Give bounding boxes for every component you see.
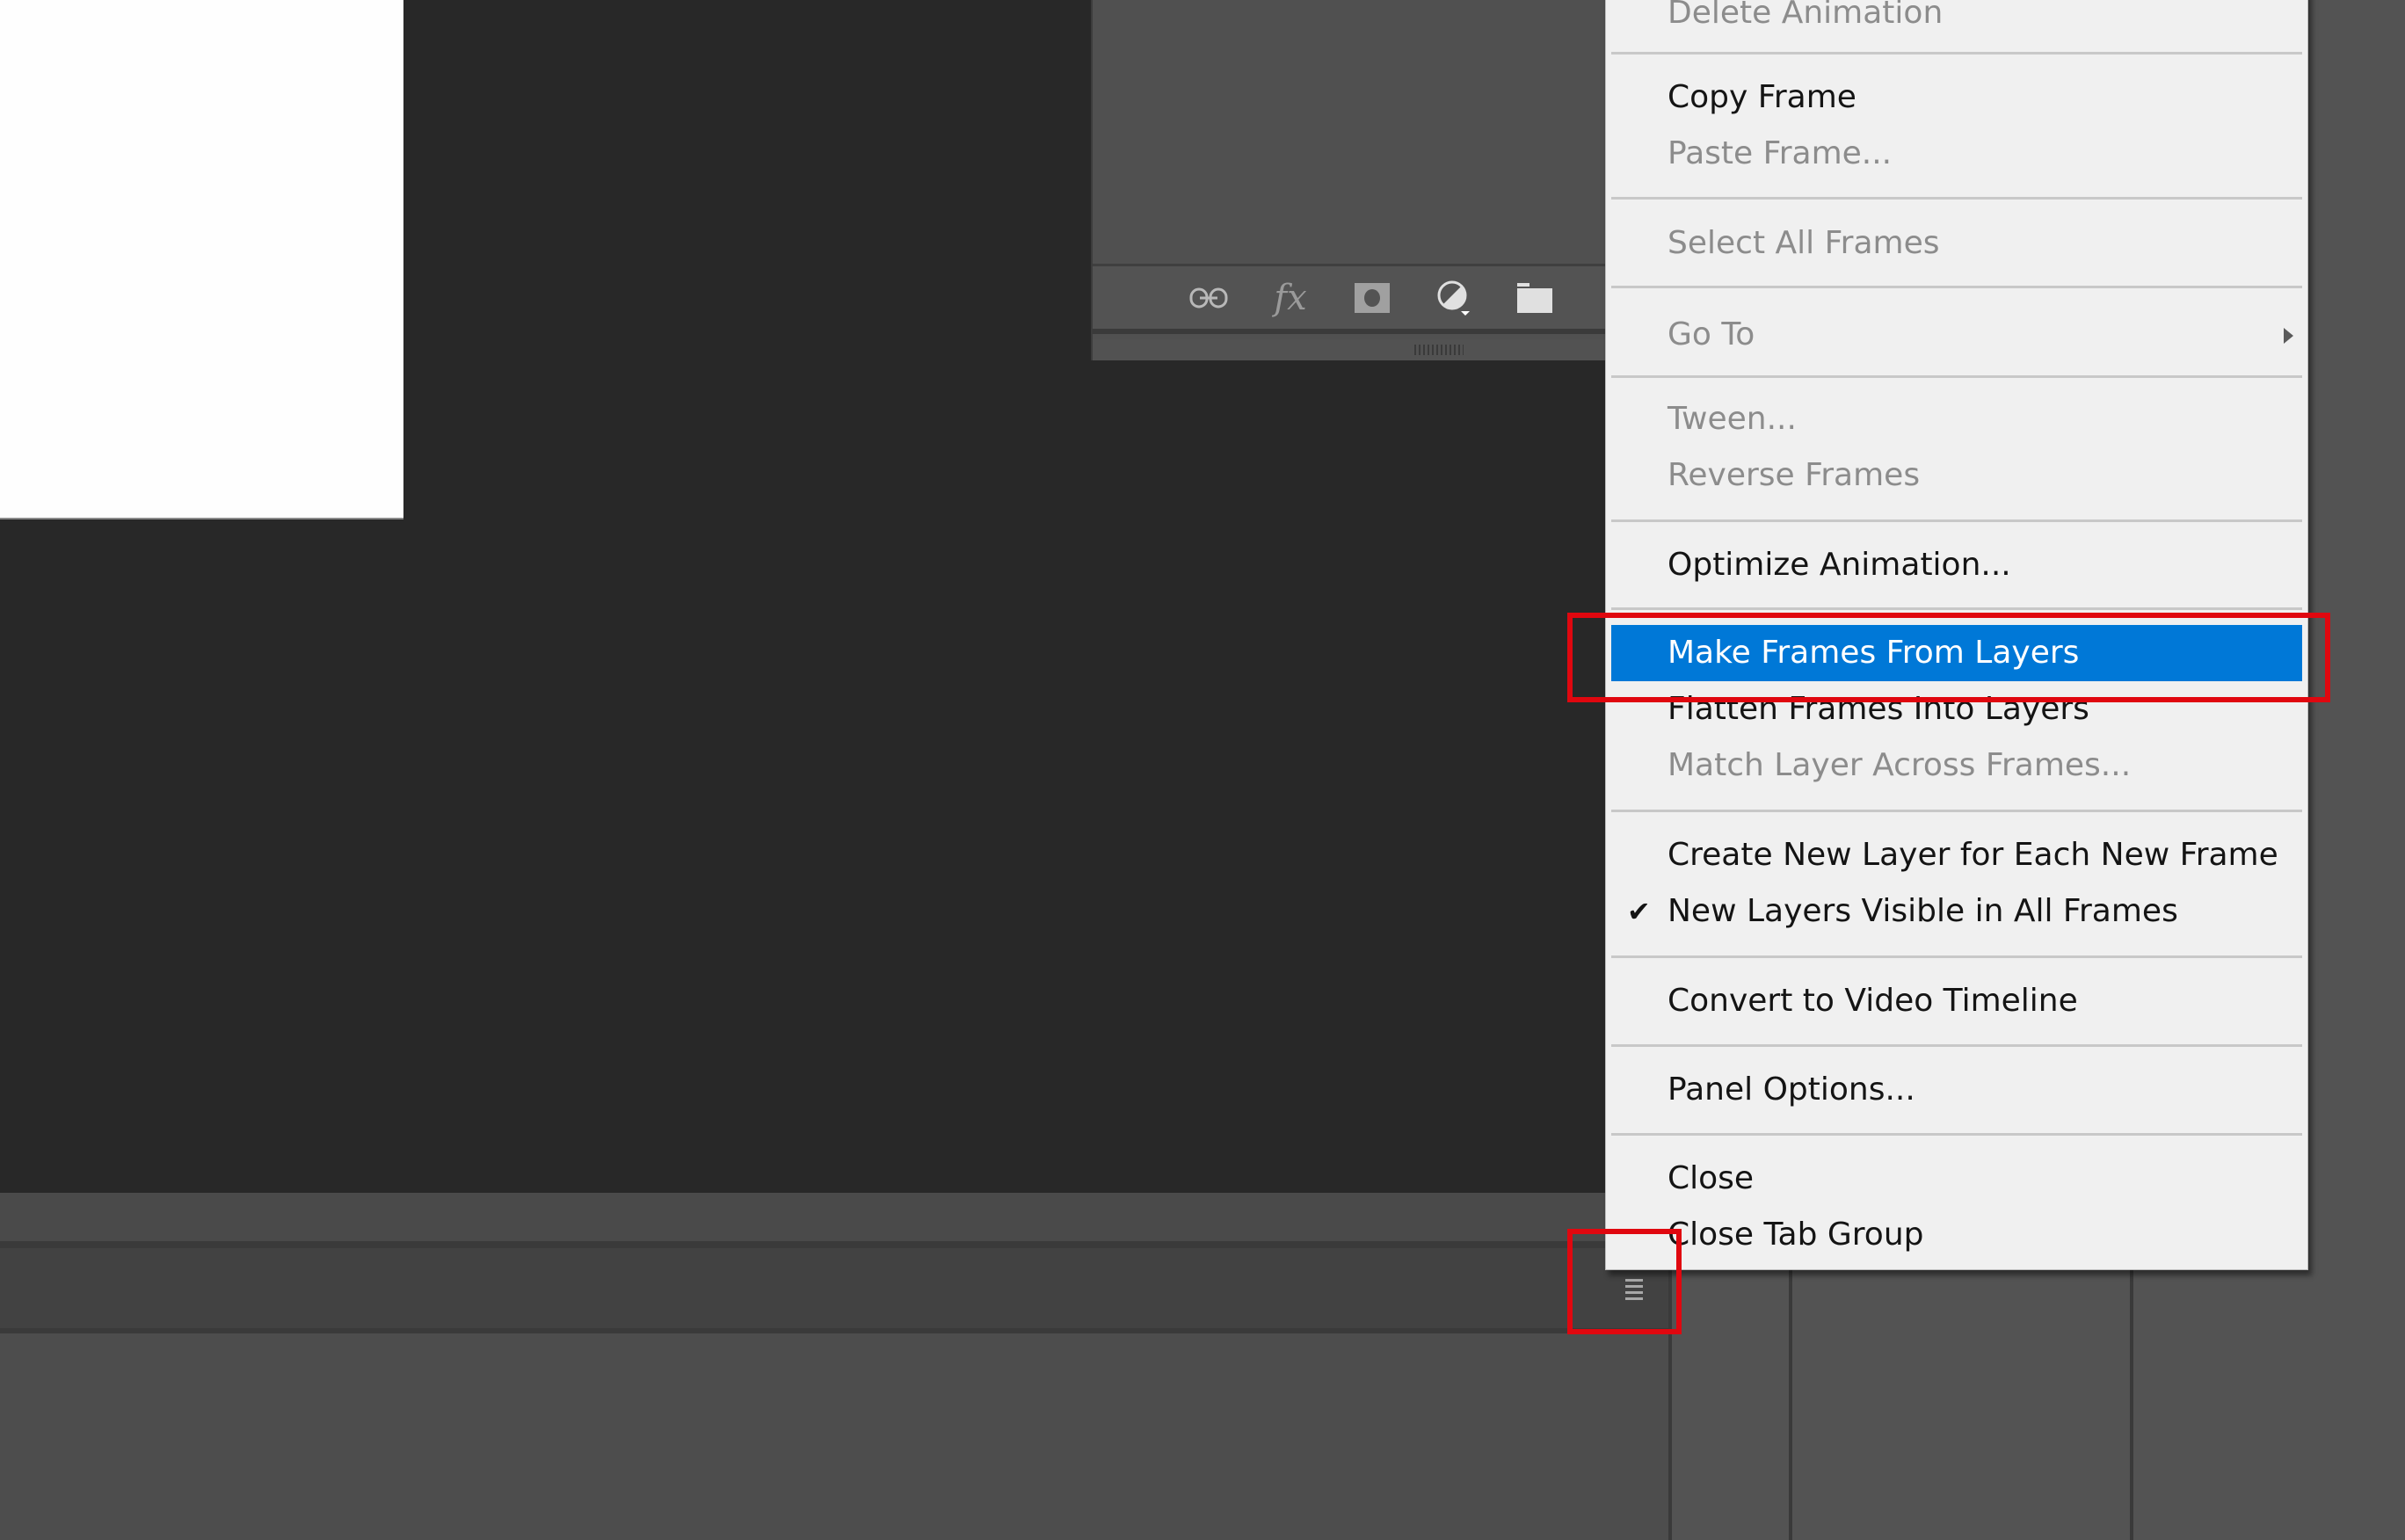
menu-item-label: Paste Frame... xyxy=(1668,135,1893,171)
adjustment-layer-icon[interactable] xyxy=(1432,278,1475,318)
fx-icon[interactable]: fx xyxy=(1269,278,1312,318)
menu-item-select-all-frames[interactable]: Select All Frames xyxy=(1611,215,2302,272)
menu-item-label: Tween... xyxy=(1668,401,1797,437)
menu-item-close-tab-group[interactable]: Close Tab Group xyxy=(1611,1207,2302,1263)
grip-lines xyxy=(1414,345,1464,355)
menu-item-label: Reverse Frames xyxy=(1668,457,1921,493)
menu-separator xyxy=(1611,607,2302,610)
menu-item-go-to[interactable]: Go To xyxy=(1611,307,2302,363)
menu-item-delete-animation[interactable]: Delete Animation xyxy=(1611,0,2302,41)
layer-mask-icon[interactable] xyxy=(1350,278,1393,318)
menu-item-label: Delete Animation xyxy=(1668,0,1944,31)
annotation-box-make-frames xyxy=(1567,613,2330,702)
submenu-arrow-icon xyxy=(2284,328,2293,344)
menu-item-match-layer-across-frames[interactable]: Match Layer Across Frames... xyxy=(1611,737,2302,794)
menu-item-label: Create New Layer for Each New Frame xyxy=(1668,837,2278,873)
menu-separator xyxy=(1611,52,2302,54)
menu-item-reverse-frames[interactable]: Reverse Frames xyxy=(1611,447,2302,504)
menu-item-label: Close xyxy=(1668,1160,1755,1196)
menu-item-copy-frame[interactable]: Copy Frame xyxy=(1611,69,2302,126)
fx-icon-label: fx xyxy=(1274,277,1307,318)
menu-item-label: Go To xyxy=(1668,316,1755,352)
menu-item-convert-to-video-timeline[interactable]: Convert to Video Timeline xyxy=(1611,973,2302,1029)
menu-item-new-layers-visible-all-frames[interactable]: ✔ New Layers Visible in All Frames xyxy=(1611,883,2302,940)
menu-item-create-new-layer-each-frame[interactable]: Create New Layer for Each New Frame xyxy=(1611,827,2302,883)
menu-item-label: Optimize Animation... xyxy=(1668,547,2011,583)
menu-item-panel-options[interactable]: Panel Options... xyxy=(1611,1062,2302,1118)
annotation-box-panel-menu xyxy=(1567,1229,1682,1334)
dock-divider[interactable] xyxy=(2130,1266,2133,1540)
menu-item-tween[interactable]: Tween... xyxy=(1611,391,2302,447)
menu-separator xyxy=(1611,519,2302,522)
timeline-panel-header xyxy=(0,1193,1670,1241)
new-group-icon[interactable] xyxy=(1514,278,1557,318)
menu-separator xyxy=(1611,955,2302,958)
menu-item-label: Match Layer Across Frames... xyxy=(1668,747,2132,783)
menu-item-label: Copy Frame xyxy=(1668,79,1856,115)
menu-separator xyxy=(1611,375,2302,378)
menu-item-label: Panel Options... xyxy=(1668,1071,1915,1108)
menu-item-paste-frame[interactable]: Paste Frame... xyxy=(1611,126,2302,182)
document-canvas[interactable] xyxy=(0,0,403,519)
menu-separator xyxy=(1611,286,2302,288)
link-layers-icon[interactable] xyxy=(1188,278,1231,318)
menu-separator xyxy=(1611,197,2302,200)
checkmark-icon: ✔ xyxy=(1627,895,1651,928)
menu-item-optimize-animation[interactable]: Optimize Animation... xyxy=(1611,537,2302,593)
menu-separator xyxy=(1611,810,2302,812)
timeline-panel-tabbar xyxy=(0,1241,1670,1333)
menu-item-label: Select All Frames xyxy=(1668,225,1940,261)
layers-panel-footer: fx xyxy=(1093,264,1638,334)
menu-separator xyxy=(1611,1133,2302,1136)
menu-item-label: New Layers Visible in All Frames xyxy=(1668,893,2178,929)
right-dock-background xyxy=(2308,0,2405,1193)
layers-panel-resize-grip[interactable] xyxy=(1093,339,1638,360)
timeline-panel-body xyxy=(0,1333,1670,1540)
menu-item-label: Close Tab Group xyxy=(1668,1217,1924,1253)
menu-separator xyxy=(1611,1044,2302,1047)
menu-item-close[interactable]: Close xyxy=(1611,1151,2302,1207)
layers-panel: fx xyxy=(1091,0,1638,360)
dock-divider[interactable] xyxy=(1789,1266,1792,1540)
menu-item-label: Convert to Video Timeline xyxy=(1668,983,2078,1019)
